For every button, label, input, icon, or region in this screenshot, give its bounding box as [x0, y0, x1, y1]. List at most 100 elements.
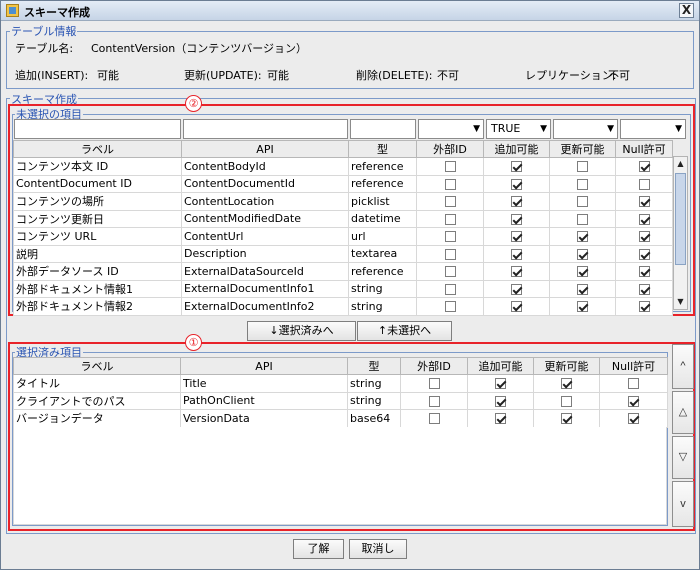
cancel-button[interactable]: 取消し — [349, 539, 407, 559]
selected-empty-area[interactable] — [13, 427, 667, 525]
nullable-checkbox[interactable] — [638, 266, 650, 278]
column-header[interactable]: ラベル — [13, 140, 182, 158]
move-bottom-button[interactable]: v — [672, 481, 694, 527]
column-header[interactable]: 更新可能 — [549, 140, 616, 158]
nullable-checkbox[interactable] — [638, 283, 650, 295]
table-row[interactable]: 外部データソース ID ExternalDataSourceId reference — [13, 262, 673, 281]
updatable-checkbox[interactable] — [577, 266, 588, 278]
nullable-checkbox[interactable] — [638, 301, 650, 313]
addable-checkbox[interactable] — [511, 301, 522, 313]
updatable-checkbox[interactable] — [577, 196, 588, 208]
move-top-button[interactable]: ^ — [672, 344, 694, 389]
column-header[interactable]: 更新可能 — [533, 357, 600, 375]
table-row[interactable]: バージョンデータ VersionData base64 — [13, 409, 668, 428]
move-down-button[interactable]: ▽ — [672, 436, 694, 479]
column-header[interactable]: ラベル — [13, 357, 181, 375]
external-id-checkbox[interactable] — [444, 301, 456, 313]
nullable-checkbox[interactable] — [628, 413, 639, 425]
scroll-down-icon[interactable]: ▼ — [674, 295, 687, 309]
nullable-checkbox[interactable] — [638, 178, 650, 190]
move-up-button[interactable]: △ — [672, 391, 694, 434]
addable-checkbox[interactable] — [511, 283, 522, 295]
nullable-checkbox[interactable] — [638, 213, 650, 225]
addable-checkbox[interactable] — [495, 413, 506, 425]
external-id-checkbox[interactable] — [444, 161, 456, 173]
filter-external-id-select[interactable]: ▼ — [418, 119, 484, 139]
column-header[interactable]: 追加可能 — [467, 357, 534, 375]
filter-type-input[interactable] — [350, 119, 416, 139]
addable-checkbox[interactable] — [511, 196, 522, 208]
addable-checkbox[interactable] — [511, 213, 522, 225]
cell-ext — [400, 409, 468, 428]
column-header[interactable]: 外部ID — [400, 357, 468, 375]
updatable-checkbox[interactable] — [577, 301, 588, 313]
column-header[interactable]: API — [180, 357, 348, 375]
addable-checkbox[interactable] — [495, 395, 506, 407]
table-row[interactable]: コンテンツの場所 ContentLocation picklist — [13, 192, 673, 211]
updatable-checkbox[interactable] — [561, 413, 572, 425]
ok-button[interactable]: 了解 — [293, 539, 344, 559]
table-row[interactable]: 説明 Description textarea — [13, 244, 673, 263]
external-id-checkbox[interactable] — [444, 231, 456, 243]
column-header[interactable]: API — [181, 140, 349, 158]
cell-ext — [416, 227, 484, 246]
cell-nul — [615, 209, 673, 228]
table-row[interactable]: コンテンツ更新日 ContentModifiedDate datetime — [13, 209, 673, 228]
addable-checkbox[interactable] — [511, 248, 522, 260]
updatable-checkbox[interactable] — [577, 231, 588, 243]
external-id-checkbox[interactable] — [444, 266, 456, 278]
nullable-checkbox[interactable] — [638, 161, 650, 173]
column-header[interactable]: 外部ID — [416, 140, 484, 158]
filter-updatable-select[interactable]: ▼ — [553, 119, 618, 139]
filter-addable-select[interactable]: TRUE ▼ — [486, 119, 551, 139]
filter-label-input[interactable] — [14, 119, 181, 139]
table-row[interactable]: 外部ドキュメント情報1 ExternalDocumentInfo1 string — [13, 279, 673, 298]
updatable-checkbox[interactable] — [577, 178, 588, 190]
external-id-checkbox[interactable] — [428, 378, 440, 390]
nullable-checkbox[interactable] — [638, 231, 650, 243]
updatable-checkbox[interactable] — [577, 213, 588, 225]
external-id-checkbox[interactable] — [428, 395, 440, 407]
nullable-checkbox[interactable] — [628, 378, 639, 390]
updatable-checkbox[interactable] — [561, 378, 572, 390]
updatable-checkbox[interactable] — [577, 248, 588, 260]
addable-checkbox[interactable] — [511, 161, 522, 173]
updatable-checkbox[interactable] — [561, 395, 572, 407]
updatable-checkbox[interactable] — [577, 161, 588, 173]
title-bar[interactable]: スキーマ作成 X — [1, 1, 699, 21]
cell-api: ExternalDataSourceId — [181, 262, 349, 281]
table-row[interactable]: ContentDocument ID ContentDocumentId refer… — [13, 174, 673, 193]
move-to-selected-button[interactable]: ↓選択済みへ — [247, 321, 356, 341]
table-row[interactable]: タイトル Title string — [13, 374, 668, 393]
column-header[interactable]: Null許可 — [599, 357, 668, 375]
scroll-thumb[interactable] — [675, 173, 686, 265]
column-header[interactable]: 型 — [347, 357, 401, 375]
column-header[interactable]: 追加可能 — [483, 140, 550, 158]
close-icon[interactable]: X — [679, 3, 694, 18]
nullable-checkbox[interactable] — [638, 196, 650, 208]
table-row[interactable]: 外部ドキュメント情報2 ExternalDocumentInfo2 string — [13, 297, 673, 316]
external-id-checkbox[interactable] — [444, 178, 456, 190]
updatable-checkbox[interactable] — [577, 283, 588, 295]
external-id-checkbox[interactable] — [428, 413, 440, 425]
nullable-checkbox[interactable] — [638, 248, 650, 260]
column-header[interactable]: Null許可 — [615, 140, 673, 158]
column-header[interactable]: 型 — [348, 140, 417, 158]
external-id-checkbox[interactable] — [444, 196, 456, 208]
external-id-checkbox[interactable] — [444, 283, 456, 295]
filter-nullable-select[interactable]: ▼ — [620, 119, 686, 139]
addable-checkbox[interactable] — [495, 378, 506, 390]
addable-checkbox[interactable] — [511, 178, 522, 190]
table-row[interactable]: コンテンツ本文 ID ContentBodyId reference — [13, 157, 673, 176]
nullable-checkbox[interactable] — [628, 395, 639, 407]
scroll-up-icon[interactable]: ▲ — [674, 157, 687, 171]
addable-checkbox[interactable] — [511, 266, 522, 278]
table-row[interactable]: コンテンツ URL ContentUrl url — [13, 227, 673, 246]
move-to-unselected-button[interactable]: ↑未選択へ — [357, 321, 452, 341]
addable-checkbox[interactable] — [511, 231, 522, 243]
filter-api-input[interactable] — [183, 119, 348, 139]
unselected-scrollbar[interactable]: ▲ ▼ — [673, 156, 688, 310]
external-id-checkbox[interactable] — [444, 213, 456, 225]
external-id-checkbox[interactable] — [444, 248, 456, 260]
table-row[interactable]: クライアントでのパス PathOnClient string — [13, 391, 668, 410]
